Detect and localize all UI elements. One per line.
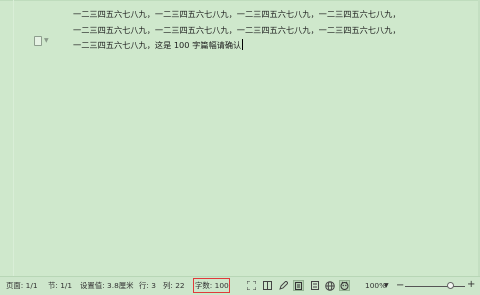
page-top-edge [0,0,480,1]
status-setting-value[interactable]: 设置值: 3.8厘米 [80,280,134,292]
status-bar: 页面: 1/1 节: 1/1 设置值: 3.8厘米 行: 3 列: 22 字数:… [0,276,480,295]
document-line: 一二三四五六七八九，一二三四五六七八九，一二三四五六七八九，一二三四五六七八九， [73,24,401,35]
reading-mode-icon[interactable] [262,280,273,291]
text-cursor [242,39,244,50]
eye-protection-icon[interactable] [339,280,350,291]
status-page[interactable]: 页面: 1/1 [6,280,38,292]
fullscreen-icon[interactable] [246,280,257,291]
status-column[interactable]: 列: 22 [163,280,185,292]
document-canvas[interactable]: ▼ 一二三四五六七八九，一二三四五六七八九，一二三四五六七八九，一二三四五六七八… [0,0,480,276]
chevron-down-icon: ▼ [44,36,49,44]
page-view-icon[interactable] [293,280,304,291]
zoom-slider-thumb[interactable] [446,282,454,289]
status-section[interactable]: 节: 1/1 [48,280,72,292]
status-word-count[interactable]: 字数: 100 [195,280,229,292]
zoom-dropdown-icon[interactable]: ▼ [384,280,389,292]
document-body[interactable]: 一二三四五六七八九，一二三四五六七八九，一二三四五六七八九，一二三四五六七八九，… [73,7,473,54]
zoom-slider-track[interactable] [405,286,465,287]
zoom-in-button[interactable]: + [467,279,475,291]
paragraph-doc-icon [34,35,42,46]
document-line-last: 一二三四五六七八九，这是 100 字篇幅请确认 [73,38,473,54]
edit-pen-icon[interactable] [278,280,289,291]
status-row[interactable]: 行: 3 [139,280,156,292]
document-line: 一二三四五六七八九，一二三四五六七八九，一二三四五六七八九，一二三四五六七八九， [73,9,401,19]
outline-view-icon[interactable] [309,280,320,291]
page-left-edge [13,0,14,276]
zoom-level[interactable]: 100% [365,280,386,292]
web-view-icon[interactable] [324,280,335,291]
zoom-out-button[interactable]: − [396,280,404,292]
document-line-text: 一二三四五六七八九，这是 100 字篇幅请确认 [73,40,242,50]
paragraph-layout-button[interactable]: ▼ [34,35,52,46]
